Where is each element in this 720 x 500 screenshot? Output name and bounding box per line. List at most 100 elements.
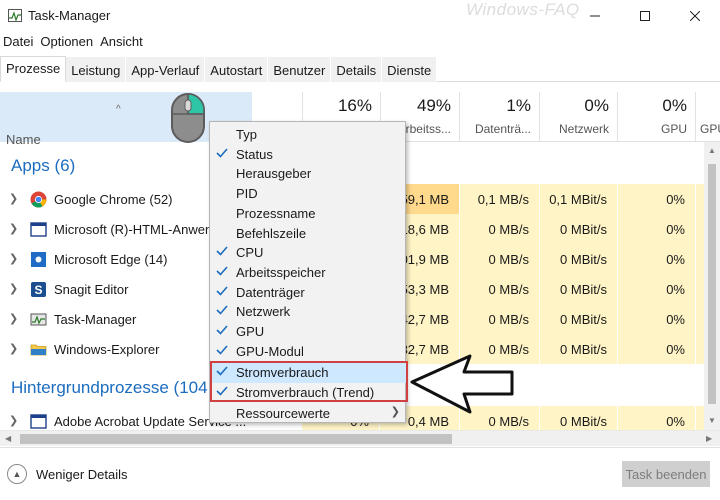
column-pct-disk: 1% xyxy=(506,96,531,115)
column-header-network[interactable]: 0% Netzwerk xyxy=(539,92,617,142)
cell-network: 0,1 MBit/s xyxy=(540,184,617,214)
cell-gpu: 0% xyxy=(618,214,695,244)
menu-item-herausgeber[interactable]: Herausgeber xyxy=(211,164,406,184)
cell-gpu: 0% xyxy=(618,304,695,334)
tab-prozesse[interactable]: Prozesse xyxy=(0,56,67,82)
close-button[interactable] xyxy=(670,0,720,32)
cell-gpu-engine xyxy=(696,334,704,364)
cell-gpu-engine xyxy=(696,274,704,304)
menu-item-datentraeger[interactable]: Datenträger xyxy=(211,283,406,303)
menu-item-label: Arbeitsspeicher xyxy=(236,264,326,280)
cell-gpu-engine xyxy=(696,406,704,430)
menu-datei[interactable]: Datei xyxy=(0,32,36,54)
fewer-details-link[interactable]: Weniger Details xyxy=(36,467,128,482)
cell-disk: 0 MB/s xyxy=(460,304,539,334)
menu-item-label: Ressourcewerte xyxy=(236,406,330,421)
horizontal-scroll-thumb[interactable] xyxy=(20,434,452,444)
menu-optionen[interactable]: Optionen xyxy=(37,32,96,54)
process-name: Snagit Editor xyxy=(54,282,129,297)
column-label-gpu-engine: GPU xyxy=(700,122,720,136)
window-icon xyxy=(30,222,47,237)
process-name: Microsoft Edge (14) xyxy=(54,252,168,267)
expand-chevron-icon[interactable]: ❯ xyxy=(9,192,18,205)
cell-network: 0 MBit/s xyxy=(540,274,617,304)
pointer-arrow-icon xyxy=(410,354,514,414)
process-name: Microsoft (R)-HTML-Anwen xyxy=(54,222,213,237)
process-name: Windows-Explorer xyxy=(54,342,160,357)
menu-bar: Datei Optionen Ansicht xyxy=(0,32,147,54)
expand-chevron-icon[interactable]: ❯ xyxy=(9,252,18,265)
window-icon xyxy=(30,414,47,429)
cell-network: 0 MBit/s xyxy=(540,406,617,430)
horizontal-scrollbar[interactable]: ◀ ▶ xyxy=(0,430,720,446)
column-label-memory: rbeitss... xyxy=(405,122,451,136)
expand-chevron-icon[interactable]: ❯ xyxy=(9,414,18,427)
menu-item-gpu[interactable]: GPU xyxy=(211,322,406,342)
cell-network: 0 MBit/s xyxy=(540,304,617,334)
menu-item-status[interactable]: Status xyxy=(211,145,406,165)
maximize-button[interactable] xyxy=(620,0,670,32)
cell-disk: 0 MB/s xyxy=(460,214,539,244)
menu-item-pid[interactable]: PID xyxy=(211,184,406,204)
tab-app-verlauf[interactable]: App-Verlauf xyxy=(126,57,206,82)
chevron-up-circle-icon[interactable]: ▲ xyxy=(7,464,27,484)
snagit-icon: S xyxy=(31,282,46,297)
menu-ansicht[interactable]: Ansicht xyxy=(97,32,146,54)
menu-item-label: GPU-Modul xyxy=(236,343,304,359)
tab-dienste[interactable]: Dienste xyxy=(382,57,438,82)
menu-item-label: Datenträger xyxy=(236,284,305,300)
column-pct-cpu: 16% xyxy=(337,96,372,115)
column-header-gpu-engine[interactable]: GPU xyxy=(695,92,720,142)
cell-network: 0 MBit/s xyxy=(540,334,617,364)
vertical-scroll-thumb[interactable] xyxy=(708,164,716,404)
column-pct-gpu: 0% xyxy=(662,96,687,115)
expand-chevron-icon[interactable]: ❯ xyxy=(9,282,18,295)
tab-autostart[interactable]: Autostart xyxy=(205,57,269,82)
mouse-right-click-icon xyxy=(171,93,205,143)
menu-item-ressourcewerte[interactable]: Ressourcewerte ❯ xyxy=(211,404,406,424)
menu-item-befehlszeile[interactable]: Befehlszeile xyxy=(211,224,406,244)
highlight-frame xyxy=(210,361,408,402)
menu-item-gpu-modul[interactable]: GPU-Modul xyxy=(211,342,406,362)
scroll-down-icon[interactable]: ▼ xyxy=(708,416,716,425)
vertical-scrollbar[interactable]: ▲ ▼ xyxy=(704,142,720,430)
close-icon xyxy=(690,11,700,21)
tab-bar: Prozesse Leistung App-Verlauf Autostart … xyxy=(0,56,720,82)
column-header-gpu[interactable]: 0% GPU xyxy=(617,92,695,142)
checkmark-icon xyxy=(216,266,228,276)
menu-item-typ[interactable]: Typ xyxy=(211,125,406,145)
menu-item-netzwerk[interactable]: Netzwerk xyxy=(211,302,406,322)
chrome-icon xyxy=(30,191,47,208)
checkmark-icon xyxy=(216,325,228,335)
checkmark-icon xyxy=(216,148,228,158)
end-task-button[interactable]: Task beenden xyxy=(622,461,710,487)
tab-benutzer[interactable]: Benutzer xyxy=(268,57,332,82)
expand-chevron-icon[interactable]: ❯ xyxy=(9,342,18,355)
scroll-right-icon[interactable]: ▶ xyxy=(706,434,712,443)
expand-chevron-icon[interactable]: ❯ xyxy=(9,222,18,235)
title-bar: Task-Manager Windows-FAQ xyxy=(0,0,720,32)
column-label-gpu: GPU xyxy=(660,122,687,136)
column-pct-network: 0% xyxy=(584,96,609,115)
process-name: Task-Manager xyxy=(54,312,137,327)
folder-icon xyxy=(30,344,47,356)
menu-item-cpu[interactable]: CPU xyxy=(211,243,406,263)
column-header-disk[interactable]: 1% Datenträ... xyxy=(459,92,539,142)
scroll-left-icon[interactable]: ◀ xyxy=(5,434,11,443)
checkmark-icon xyxy=(216,305,228,315)
tab-details[interactable]: Details xyxy=(331,57,383,82)
group-apps: Apps (6) xyxy=(11,156,76,175)
menu-item-prozessname[interactable]: Prozessname xyxy=(211,204,406,224)
column-label-network: Netzwerk xyxy=(558,122,609,136)
menu-item-arbeitsspeicher[interactable]: Arbeitsspeicher xyxy=(211,263,406,283)
minimize-button[interactable] xyxy=(570,0,620,32)
cell-gpu: 0% xyxy=(618,406,695,430)
column-label-disk: Datenträ... xyxy=(474,122,531,136)
cell-disk: 0 MB/s xyxy=(460,244,539,274)
expand-chevron-icon[interactable]: ❯ xyxy=(9,312,18,325)
menu-item-label: GPU xyxy=(236,324,265,339)
scroll-up-icon[interactable]: ▲ xyxy=(708,146,716,155)
svg-text:S: S xyxy=(34,283,42,297)
tab-leistung[interactable]: Leistung xyxy=(66,57,127,82)
taskmanager-icon xyxy=(30,313,47,326)
